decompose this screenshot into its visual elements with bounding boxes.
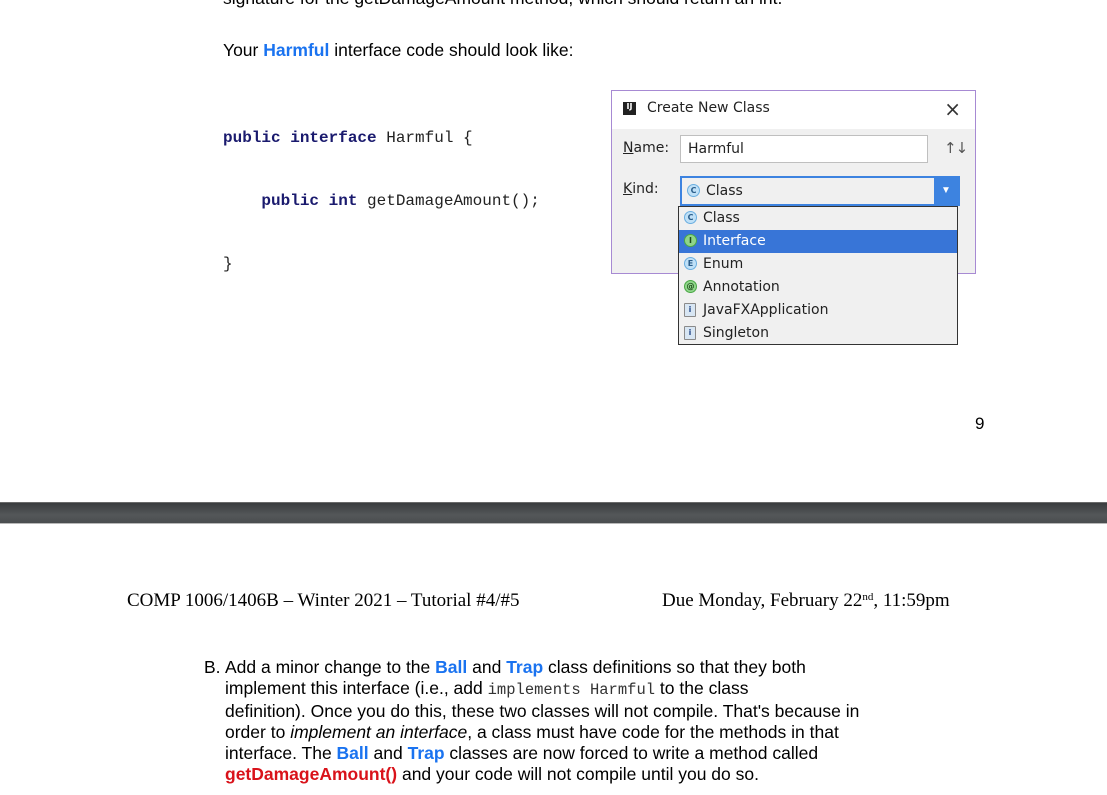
inline-code: implements Harmful bbox=[487, 681, 656, 699]
code-text: } bbox=[223, 255, 233, 273]
kind-option-annotation[interactable]: @ Annotation bbox=[679, 276, 957, 299]
trap-highlight: Trap bbox=[506, 657, 544, 677]
paragraph-line: interface. The Ball and Trap classes are… bbox=[225, 743, 819, 763]
harmful-highlight: Harmful bbox=[263, 40, 330, 60]
file-template-icon: i bbox=[684, 326, 696, 340]
annotation-icon: @ bbox=[684, 280, 697, 293]
name-label: Name: bbox=[623, 140, 670, 156]
kind-option-singleton[interactable]: i Singleton bbox=[679, 322, 957, 345]
emphasis-text: implement an interface bbox=[290, 722, 468, 742]
paragraph-line: implement this interface (i.e., add impl… bbox=[225, 678, 749, 699]
cutoff-text-line: signature for the getDamageAmount method… bbox=[223, 0, 782, 9]
intro-sentence: Your Harmful interface code should look … bbox=[223, 40, 574, 61]
course-header: COMP 1006/1406B – Winter 2021 – Tutorial… bbox=[127, 590, 520, 611]
page-separator bbox=[0, 502, 1107, 524]
option-label: Enum bbox=[703, 256, 744, 272]
option-label: Singleton bbox=[703, 325, 769, 341]
option-label: Class bbox=[703, 210, 740, 226]
due-date-header: Due Monday, February 22nd, 11:59pm bbox=[662, 590, 950, 611]
code-text: Harmful { bbox=[376, 129, 473, 147]
trap-highlight: Trap bbox=[407, 743, 445, 763]
paragraph-line: getDamageAmount() and your code will not… bbox=[225, 764, 759, 784]
option-label: Interface bbox=[703, 233, 766, 249]
method-name-highlight: getDamageAmount() bbox=[225, 764, 398, 784]
code-text: getDamageAmount(); bbox=[357, 192, 540, 210]
page-number: 9 bbox=[975, 414, 985, 433]
code-line: } bbox=[223, 254, 540, 275]
code-keyword: public int bbox=[261, 192, 358, 210]
kind-option-class[interactable]: C Class bbox=[679, 207, 957, 230]
ball-highlight: Ball bbox=[336, 743, 369, 763]
chevron-down-icon[interactable]: ▼ bbox=[934, 178, 958, 204]
code-keyword: public interface bbox=[223, 129, 377, 147]
interface-icon: I bbox=[684, 234, 697, 247]
kind-option-interface[interactable]: I Interface bbox=[679, 230, 957, 253]
intro-suffix: interface code should look like: bbox=[329, 40, 574, 60]
code-line: public int getDamageAmount(); bbox=[223, 191, 540, 212]
kind-option-javafxapplication[interactable]: i JavaFXApplication bbox=[679, 299, 957, 322]
class-icon: C bbox=[684, 211, 697, 224]
ball-highlight: Ball bbox=[435, 657, 468, 677]
class-icon: C bbox=[687, 184, 700, 197]
code-block: public interface Harmful { public int ge… bbox=[223, 86, 540, 296]
kind-option-enum[interactable]: E Enum bbox=[679, 253, 957, 276]
intellij-app-icon: IJ bbox=[623, 102, 636, 115]
kind-select[interactable]: C Class ▼ bbox=[680, 176, 960, 206]
kind-dropdown-list: C Class I Interface E Enum @ Annotation … bbox=[678, 206, 958, 345]
close-icon[interactable]: × bbox=[944, 97, 961, 121]
sort-arrows-icon[interactable]: ↑↓ bbox=[944, 139, 968, 157]
paragraph-line: definition). Once you do this, these two… bbox=[225, 701, 860, 721]
dialog-titlebar: IJ Create New Class × bbox=[612, 91, 975, 129]
file-template-icon: i bbox=[684, 303, 696, 317]
paragraph-line: Add a minor change to the Ball and Trap … bbox=[225, 657, 806, 677]
item-b-paragraph: Add a minor change to the Ball and Trap … bbox=[225, 657, 1025, 785]
kind-selected-value: Class bbox=[706, 183, 743, 199]
paragraph-line: order to implement an interface, a class… bbox=[225, 722, 839, 742]
code-line: public interface Harmful { bbox=[223, 128, 540, 149]
kind-label: Kind: bbox=[623, 181, 659, 197]
intro-prefix: Your bbox=[223, 40, 264, 60]
option-label: JavaFXApplication bbox=[703, 302, 829, 318]
option-label: Annotation bbox=[703, 279, 780, 295]
dialog-title: Create New Class bbox=[647, 100, 770, 116]
name-input[interactable] bbox=[680, 135, 928, 163]
list-marker: B. bbox=[204, 657, 221, 677]
enum-icon: E bbox=[684, 257, 697, 270]
